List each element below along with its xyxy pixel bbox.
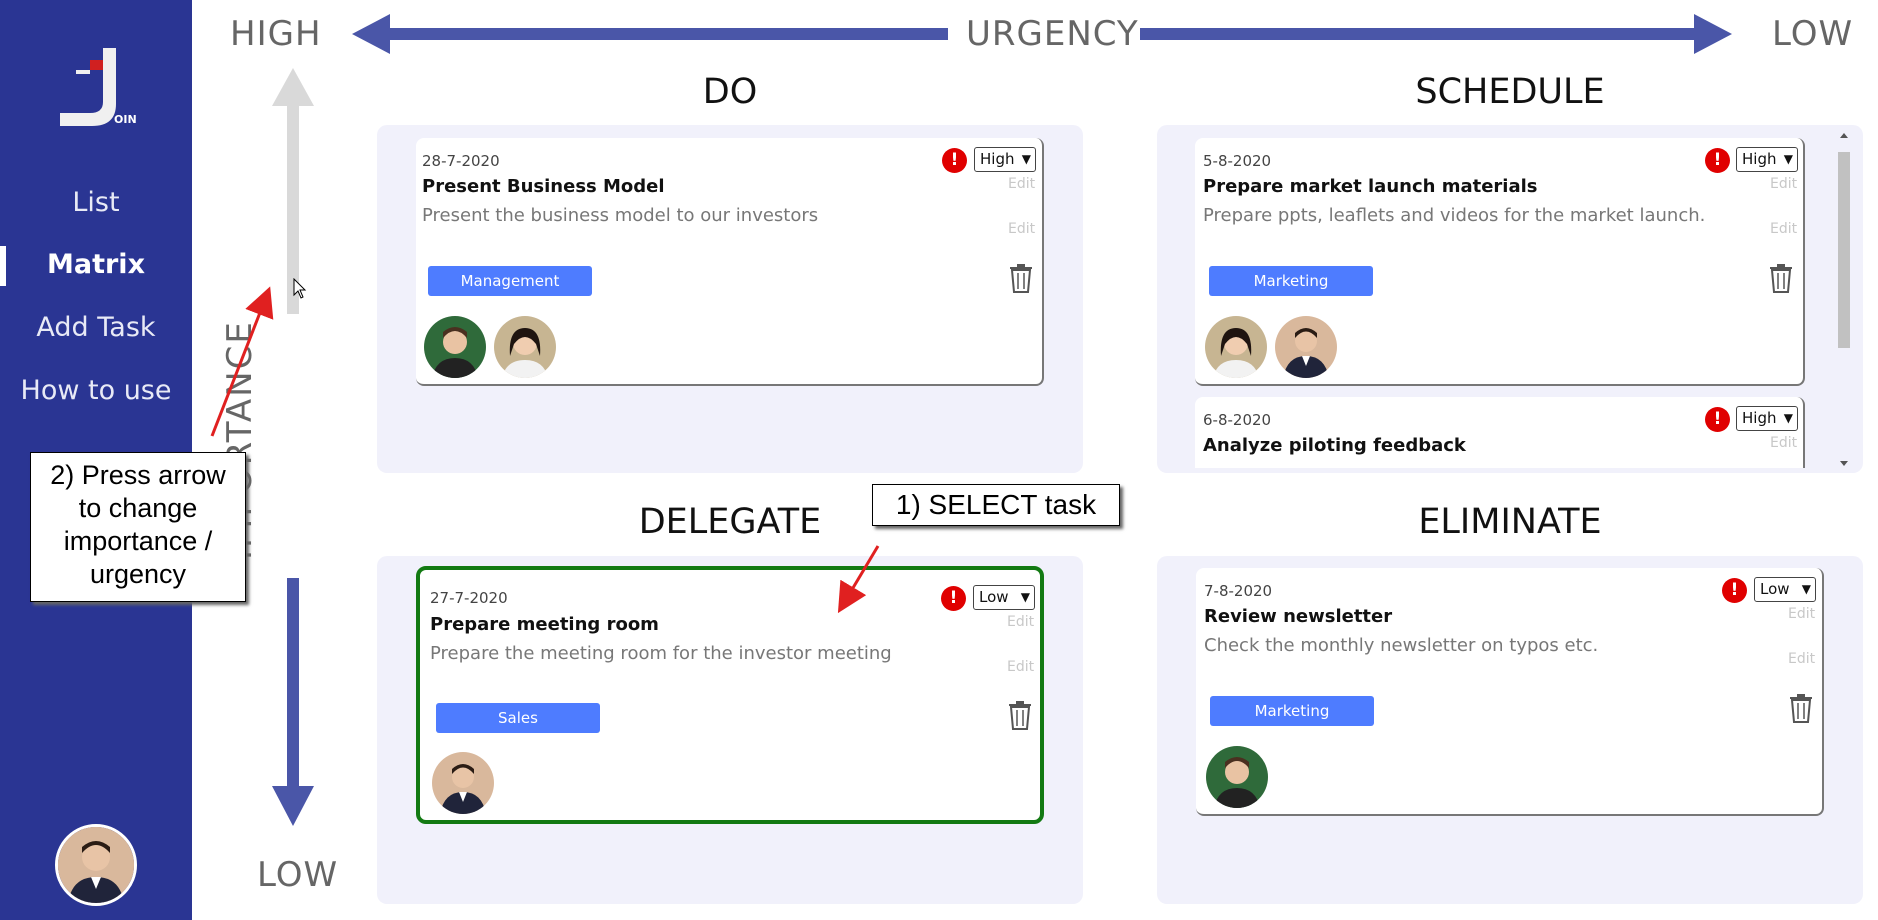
priority-value: Low bbox=[1760, 580, 1790, 598]
urgency-axis-label: URGENCY bbox=[966, 14, 1139, 54]
priority-value: High bbox=[980, 150, 1015, 168]
assignee-avatar bbox=[1275, 316, 1337, 378]
task-description: Check the monthly newsletter on typos et… bbox=[1204, 635, 1599, 656]
quadrant-title-schedule: SCHEDULE bbox=[1415, 72, 1605, 112]
task-title: Review newsletter bbox=[1204, 606, 1393, 627]
task-card[interactable]: 7-8-2020 ! Low ▼ Edit Review newsletter C… bbox=[1196, 568, 1824, 816]
task-category-tag: Marketing bbox=[1209, 266, 1373, 296]
edit-link-secondary[interactable]: Edit bbox=[1007, 659, 1034, 675]
chevron-down-icon: ▼ bbox=[1783, 152, 1793, 166]
task-date: 7-8-2020 bbox=[1204, 582, 1273, 600]
annotation-press-arrow: 2) Press arrow to change importance / ur… bbox=[30, 452, 246, 602]
priority-select[interactable]: High ▼ bbox=[1736, 147, 1798, 172]
task-title: Prepare meeting room bbox=[430, 614, 659, 635]
assignee-avatar bbox=[1206, 746, 1268, 808]
assignee-avatar bbox=[494, 316, 556, 378]
nav-add-task[interactable]: Add Task bbox=[0, 312, 192, 343]
priority-value: High bbox=[1742, 150, 1777, 168]
edit-link[interactable]: Edit bbox=[1007, 614, 1034, 630]
urgency-arrow-right-icon[interactable] bbox=[1140, 14, 1732, 54]
task-category-tag: Marketing bbox=[1210, 696, 1374, 726]
urgency-low-label: LOW bbox=[1772, 14, 1854, 54]
task-title: Analyze piloting feedback bbox=[1203, 435, 1466, 456]
nav-list[interactable]: List bbox=[0, 187, 192, 218]
trash-icon[interactable] bbox=[1007, 700, 1033, 730]
task-description: Present the business model to our invest… bbox=[422, 205, 819, 226]
edit-link-secondary[interactable]: Edit bbox=[1008, 221, 1035, 237]
task-card[interactable]: 5-8-2020 ! High ▼ Edit Prepare market lau… bbox=[1195, 138, 1805, 386]
task-category-tag: Management bbox=[428, 266, 592, 296]
edit-link-secondary[interactable]: Edit bbox=[1770, 221, 1797, 237]
urgency-high-label: HIGH bbox=[230, 14, 322, 54]
nav-how-to-use[interactable]: How to use bbox=[0, 375, 192, 406]
urgent-alert-icon: ! bbox=[1705, 407, 1730, 432]
trash-icon[interactable] bbox=[1768, 263, 1794, 293]
assignee-avatar bbox=[424, 316, 486, 378]
urgency-arrow-left-icon[interactable] bbox=[352, 14, 948, 54]
task-description: Prepare ppts, leaflets and videos for th… bbox=[1203, 205, 1706, 226]
urgent-alert-icon: ! bbox=[942, 148, 967, 173]
chevron-down-icon: ▼ bbox=[1021, 152, 1031, 166]
assignee-avatar bbox=[432, 752, 494, 814]
priority-select[interactable]: High ▼ bbox=[1736, 406, 1798, 431]
urgent-alert-icon: ! bbox=[941, 586, 966, 611]
priority-value: Low bbox=[979, 588, 1009, 606]
priority-select[interactable]: High ▼ bbox=[974, 147, 1036, 172]
chevron-down-icon: ▼ bbox=[1801, 582, 1811, 596]
task-date: 27-7-2020 bbox=[430, 589, 508, 607]
schedule-card-list[interactable]: 5-8-2020 ! High ▼ Edit Prepare market lau… bbox=[1157, 125, 1837, 468]
task-title: Present Business Model bbox=[422, 176, 665, 197]
logo-text: OIN bbox=[114, 113, 137, 126]
edit-link[interactable]: Edit bbox=[1788, 606, 1815, 622]
chevron-down-icon: ▼ bbox=[1783, 411, 1793, 425]
annotation-select-task: 1) SELECT task bbox=[872, 484, 1120, 526]
priority-select[interactable]: Low ▼ bbox=[1754, 577, 1816, 602]
task-date: 5-8-2020 bbox=[1203, 152, 1272, 170]
task-date: 6-8-2020 bbox=[1203, 411, 1272, 429]
task-description: Prepare the meeting room for the investo… bbox=[430, 643, 892, 664]
mouse-cursor-icon bbox=[293, 278, 307, 299]
task-card[interactable]: 6-8-2020 ! High ▼ Edit Analyze piloting f… bbox=[1195, 397, 1805, 468]
task-date: 28-7-2020 bbox=[422, 152, 500, 170]
priority-select[interactable]: Low ▼ bbox=[973, 585, 1035, 610]
importance-arrow-down-icon[interactable] bbox=[272, 578, 314, 826]
edit-link[interactable]: Edit bbox=[1770, 176, 1797, 192]
urgent-alert-icon: ! bbox=[1722, 578, 1747, 603]
task-title: Prepare market launch materials bbox=[1203, 176, 1538, 197]
urgent-alert-icon: ! bbox=[1705, 148, 1730, 173]
task-card[interactable]: 28-7-2020 ! High ▼ Edit Present Business … bbox=[416, 138, 1044, 386]
user-avatar[interactable] bbox=[55, 824, 137, 906]
quadrant-title-do: DO bbox=[702, 72, 758, 112]
importance-low-label: LOW bbox=[257, 855, 339, 895]
edit-link-secondary[interactable]: Edit bbox=[1788, 651, 1815, 667]
task-category-tag: Sales bbox=[436, 703, 600, 733]
nav-matrix[interactable]: Matrix bbox=[0, 249, 192, 280]
scrollbar[interactable] bbox=[1834, 132, 1854, 468]
task-card-selected[interactable]: 27-7-2020 ! Low ▼ Edit Prepare meeting ro… bbox=[416, 566, 1044, 824]
chevron-down-icon: ▼ bbox=[1020, 590, 1030, 604]
trash-icon[interactable] bbox=[1788, 693, 1814, 723]
edit-link[interactable]: Edit bbox=[1008, 176, 1035, 192]
trash-icon[interactable] bbox=[1008, 263, 1034, 293]
edit-link[interactable]: Edit bbox=[1770, 435, 1797, 451]
priority-value: High bbox=[1742, 409, 1777, 427]
quadrant-title-eliminate: ELIMINATE bbox=[1418, 502, 1602, 542]
assignee-avatar bbox=[1205, 316, 1267, 378]
